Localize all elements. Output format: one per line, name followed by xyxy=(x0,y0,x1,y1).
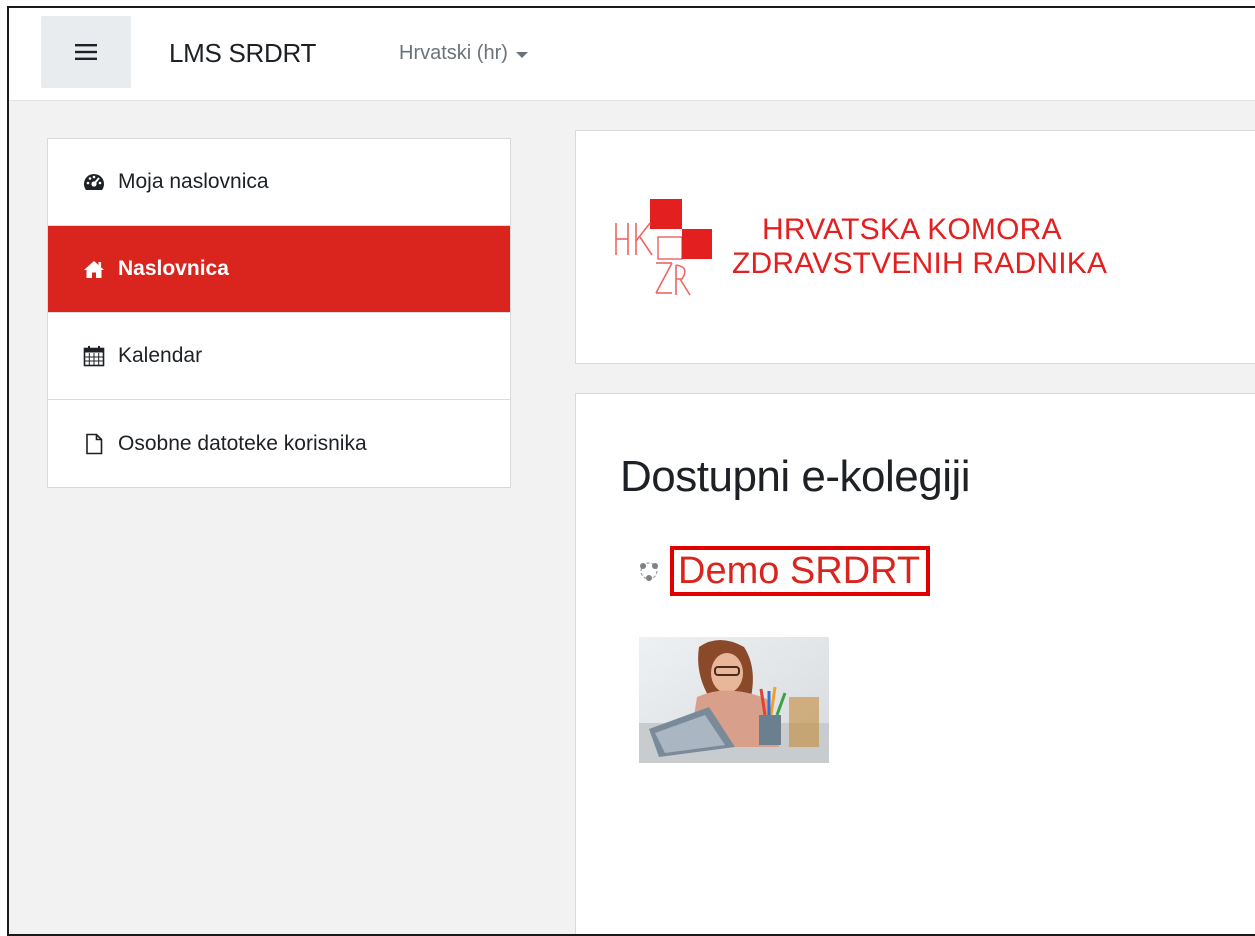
hkzr-logo-mark-icon xyxy=(615,199,712,296)
course-thumbnail-image[interactable] xyxy=(639,637,829,763)
browser-frame: LMS SRDRT Hrvatski (hr) Moja naslovnica xyxy=(7,6,1255,936)
caret-down-icon xyxy=(515,51,528,58)
course-item: Demo SRDRT xyxy=(636,546,931,596)
dashboard-icon xyxy=(82,170,106,194)
home-icon xyxy=(82,257,106,281)
sidebar-item-label: Naslovnica xyxy=(118,257,229,280)
section-title: Dostupni e-kolegiji xyxy=(620,452,971,501)
sidebar-item-label: Osobne datoteke korisnika xyxy=(118,431,367,455)
logo-block: HRVATSKA KOMORA ZDRAVSTVENIH RADNIKA xyxy=(575,130,1255,364)
hamburger-menu-button[interactable] xyxy=(41,16,131,88)
logo-line-1: HRVATSKA KOMORA xyxy=(762,213,1062,246)
hamburger-icon xyxy=(75,44,97,60)
hkzr-logo: HRVATSKA KOMORA ZDRAVSTVENIH RADNIKA xyxy=(610,193,1210,303)
sidebar-item-home[interactable]: Naslovnica xyxy=(48,226,510,313)
sidebar-item-label: Moja naslovnica xyxy=(118,170,269,193)
available-courses-block: Dostupni e-kolegiji Demo SRDRT xyxy=(575,393,1255,934)
language-selector[interactable]: Hrvatski (hr) xyxy=(399,42,528,65)
sidebar-item-label: Kalendar xyxy=(118,344,203,367)
site-brand-link[interactable]: LMS SRDRT xyxy=(169,38,316,69)
sidebar-item-private-files[interactable]: Osobne datoteke korisnika xyxy=(48,400,510,487)
course-link-demo-srdrt[interactable]: Demo SRDRT xyxy=(670,546,931,596)
sidebar-item-dashboard[interactable]: Moja naslovnica xyxy=(48,139,510,226)
course-icon xyxy=(640,562,658,581)
sidebar-item-calendar[interactable]: Kalendar xyxy=(48,313,510,400)
logo-line-2: ZDRAVSTVENIH RADNIKA xyxy=(732,247,1108,280)
sidebar-nav: Moja naslovnica Naslovnica Kalendar Osob… xyxy=(47,138,511,488)
file-icon xyxy=(82,432,106,456)
language-label: Hrvatski (hr) xyxy=(399,42,508,64)
top-navbar: LMS SRDRT Hrvatski (hr) xyxy=(9,8,1255,101)
logo-wordmark: HRVATSKA KOMORA ZDRAVSTVENIH RADNIKA xyxy=(732,213,1107,281)
calendar-icon xyxy=(82,344,106,368)
